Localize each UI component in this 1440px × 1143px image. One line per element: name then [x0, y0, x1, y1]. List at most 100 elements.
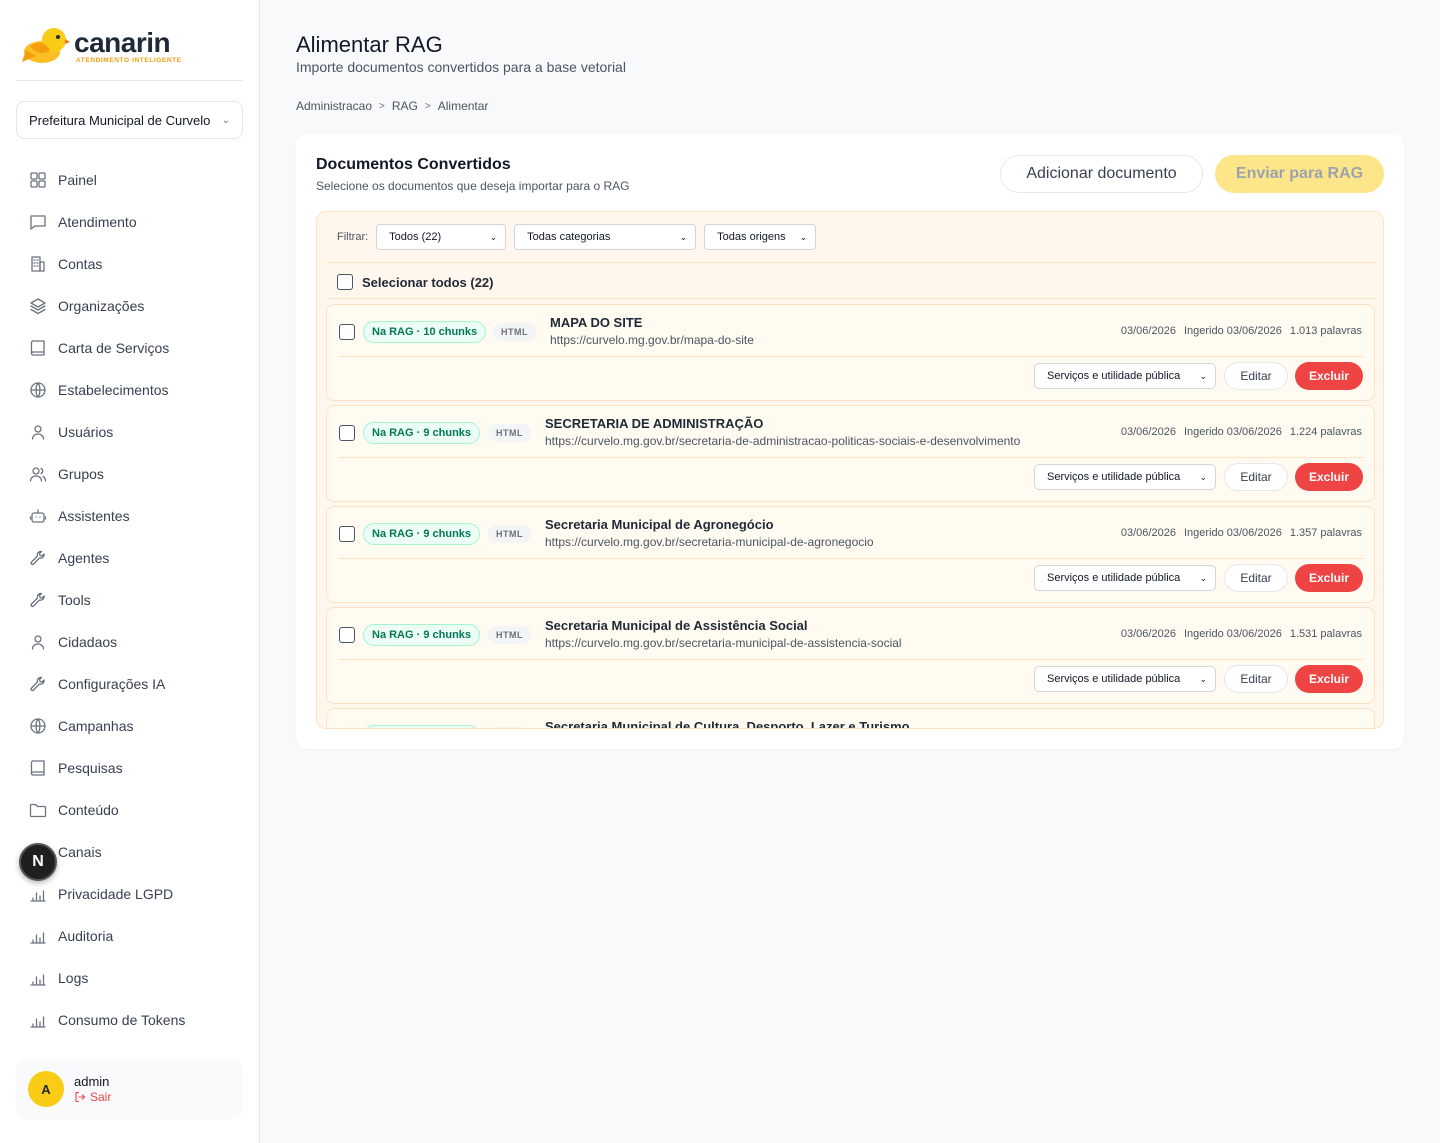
card-subtitle: Selecione os documentos que deseja impor… — [316, 179, 630, 193]
user-card: A admin Sair — [16, 1059, 243, 1119]
document-word-count: 1.013 palavras — [1289, 325, 1362, 337]
document-url[interactable]: https://curvelo.mg.gov.br/mapa-do-site — [550, 333, 754, 347]
avatar[interactable]: A — [28, 1071, 64, 1107]
document-word-count: 1.531 palavras — [1289, 628, 1362, 640]
chevron-down-icon: ⌄ — [1199, 673, 1207, 684]
delete-document-button[interactable]: Excluir — [1295, 362, 1363, 390]
sidebar-item-label: Privacidade LGPD — [58, 886, 174, 902]
sidebar-item-grupos[interactable]: Grupos — [16, 453, 243, 495]
organization-select-value: Prefeitura Municipal de Curvelo — [29, 112, 211, 128]
chevron-down-icon: ⌄ — [1199, 572, 1207, 583]
dev-tools-badge[interactable]: N — [19, 843, 57, 881]
document-meta: 03/06/2026 Ingerido 03/06/2026 1.013 palav… — [1121, 325, 1362, 337]
document-title: Secretaria Municipal de Cultura, Desport… — [545, 719, 910, 729]
sidebar-item-agentes[interactable]: Agentes — [16, 537, 243, 579]
select-all-checkbox[interactable] — [337, 274, 353, 290]
status-filter-select[interactable]: Todos (22) ⌄ — [376, 224, 507, 250]
document-row[interactable]: Na RAG · 10 chunks HTML MAPA DO SITE https:… — [326, 304, 1375, 401]
sidebar-item-estabelecimentos[interactable]: Estabelecimentos — [16, 369, 243, 411]
book-icon — [30, 340, 45, 356]
chart-icon — [30, 1016, 46, 1028]
document-category-select[interactable]: Serviços e utilidade pública ⌄ — [1034, 565, 1216, 591]
document-checkbox[interactable] — [339, 425, 355, 441]
category-filter-select[interactable]: Todas categorias ⌄ — [514, 224, 697, 250]
edit-document-button[interactable]: Editar — [1224, 463, 1288, 491]
document-date: 03/06/2026 — [1120, 426, 1176, 438]
wrench-icon — [30, 550, 45, 566]
organization-select[interactable]: Prefeitura Municipal de Curvelo ⌄ — [16, 101, 243, 139]
document-type-badge: HTML — [493, 323, 536, 341]
edit-document-button[interactable]: Editar — [1224, 665, 1288, 693]
document-category-select[interactable]: Serviços e utilidade pública ⌄ — [1034, 666, 1216, 692]
status-filter-value: Todos (22) — [389, 231, 442, 243]
canary-logo-icon — [20, 24, 70, 68]
sidebar-item-pesquisas[interactable]: Pesquisas — [16, 747, 243, 789]
sidebar-item-conteudo[interactable]: Conteúdo — [16, 789, 243, 831]
breadcrumb: Administracao > RAG > Alimentar — [296, 99, 488, 113]
document-title: SECRETARIA DE ADMINISTRAÇÃO — [545, 416, 764, 431]
sidebar-item-atendimento[interactable]: Atendimento — [16, 201, 243, 243]
sidebar-item-label: Usuários — [58, 424, 114, 440]
document-category-select[interactable]: Serviços e utilidade pública ⌄ — [1034, 363, 1216, 389]
document-date: 03/06/2026 — [1120, 527, 1176, 539]
delete-document-button[interactable]: Excluir — [1295, 564, 1363, 592]
document-checkbox[interactable] — [339, 627, 355, 643]
document-row[interactable]: Na RAG · 9 chunks HTML Secretaria Municipa… — [326, 506, 1375, 603]
logout-button[interactable]: Sair — [74, 1090, 111, 1104]
folder-icon — [29, 803, 47, 818]
divider — [339, 356, 1364, 357]
document-date: 03/06/2026 — [1120, 325, 1176, 337]
rag-status-badge: Na RAG · 9 chunks — [363, 624, 481, 646]
document-title: MAPA DO SITE — [550, 315, 643, 330]
edit-document-button[interactable]: Editar — [1224, 564, 1288, 592]
document-word-count: 1.357 palavras — [1289, 527, 1362, 539]
divider — [327, 298, 1375, 299]
sidebar-item-label: Assistentes — [58, 508, 130, 524]
sidebar-item-tools[interactable]: Tools — [16, 579, 243, 621]
sidebar-item-privacidade-lgpd[interactable]: Privacidade LGPD — [16, 873, 243, 915]
sidebar-item-label: Grupos — [58, 466, 104, 482]
sidebar-item-consumo-de-tokens[interactable]: Consumo de Tokens — [16, 999, 243, 1041]
globe-icon — [30, 718, 46, 734]
sidebar-item-label: Cidadaos — [58, 634, 118, 650]
delete-document-button[interactable]: Excluir — [1295, 463, 1363, 491]
chart-icon — [30, 890, 46, 902]
breadcrumb-item[interactable]: RAG — [392, 99, 418, 113]
document-row[interactable]: Na RAG · 9 chunks HTML Secretaria Municipa… — [326, 607, 1375, 704]
sidebar-item-carta-de-servicos[interactable]: Carta de Serviços — [16, 327, 243, 369]
sidebar-item-logs[interactable]: Logs — [16, 957, 243, 999]
documents-panel[interactable]: Filtrar: Todos (22) ⌄ Todas categorias ⌄… — [316, 211, 1384, 729]
sidebar-item-campanhas[interactable]: Campanhas — [16, 705, 243, 747]
edit-document-button[interactable]: Editar — [1224, 362, 1288, 390]
origin-filter-select[interactable]: Todas origens ⌄ — [704, 224, 817, 250]
document-url[interactable]: https://curvelo.mg.gov.br/secretaria-mun… — [545, 535, 874, 549]
add-document-button[interactable]: Adicionar documento — [1000, 155, 1203, 193]
select-all-checkbox-row[interactable]: Selecionar todos (22) — [337, 274, 493, 290]
send-to-rag-button[interactable]: Enviar para RAG — [1215, 155, 1384, 193]
document-meta: 03/06/2026 Ingerido 03/06/2026 1.224 palav… — [1121, 426, 1362, 438]
sidebar-item-cidadaos[interactable]: Cidadaos — [16, 621, 243, 663]
delete-document-button[interactable]: Excluir — [1295, 665, 1363, 693]
document-url[interactable]: https://curvelo.mg.gov.br/secretaria-de-… — [545, 434, 1020, 448]
document-checkbox[interactable] — [339, 728, 355, 729]
sidebar-item-label: Conteúdo — [58, 802, 119, 818]
document-category-select[interactable]: Serviços e utilidade pública ⌄ — [1034, 464, 1216, 490]
users-icon — [29, 467, 47, 482]
filter-label: Filtrar: — [337, 231, 369, 243]
sidebar-item-configuracoes-ia[interactable]: Configurações IA — [16, 663, 243, 705]
document-row[interactable]: Na RAG · 9 chunks HTML SECRETARIA DE ADMIN… — [326, 405, 1375, 502]
sidebar-item-auditoria[interactable]: Auditoria — [16, 915, 243, 957]
breadcrumb-item[interactable]: Administracao — [296, 99, 372, 113]
document-checkbox[interactable] — [339, 324, 355, 340]
brand-logo[interactable]: canarin ATENDIMENTO INTELIGENTE — [20, 24, 182, 68]
sidebar-item-usuarios[interactable]: Usuários — [16, 411, 243, 453]
sidebar-item-painel[interactable]: Painel — [16, 159, 243, 201]
document-row[interactable]: Na RAG · 9 chunks HTML Secretaria Municipa… — [326, 708, 1375, 729]
sidebar-item-assistentes[interactable]: Assistentes — [16, 495, 243, 537]
user-icon — [31, 425, 45, 440]
sidebar-item-contas[interactable]: Contas — [16, 243, 243, 285]
document-url[interactable]: https://curvelo.mg.gov.br/secretaria-mun… — [545, 636, 902, 650]
sidebar-item-organizacoes[interactable]: Organizações — [16, 285, 243, 327]
document-title: Secretaria Municipal de Agronegócio — [545, 517, 774, 532]
document-checkbox[interactable] — [339, 526, 355, 542]
